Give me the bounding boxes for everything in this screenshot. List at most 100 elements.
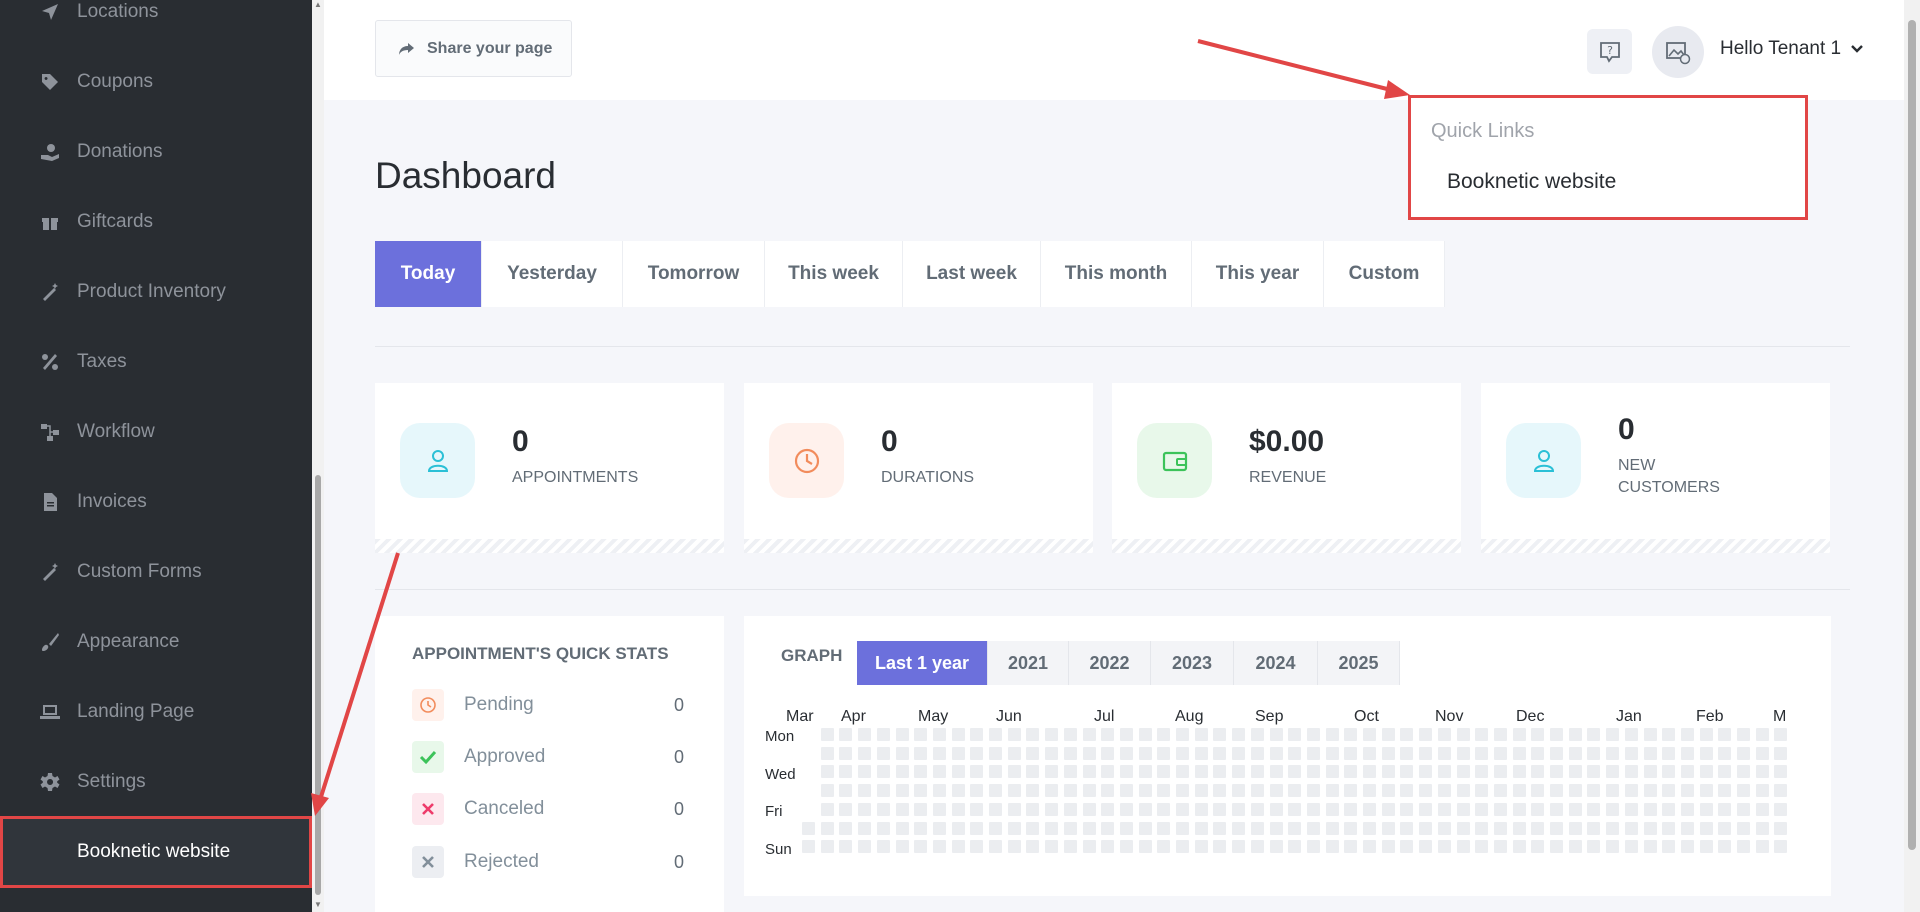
heatmap-cell <box>1755 802 1769 816</box>
tab-this-year[interactable]: This year <box>1192 241 1324 307</box>
heatmap-cell <box>932 840 946 854</box>
tab-custom[interactable]: Custom <box>1324 241 1445 307</box>
heatmap-cell <box>1232 784 1246 798</box>
sidebar-item-appearance[interactable]: Appearance <box>0 607 312 677</box>
tab-2022[interactable]: 2022 <box>1069 641 1151 685</box>
share-page-button[interactable]: Share your page <box>375 20 572 77</box>
sidebar-item-workflow[interactable]: Workflow <box>0 397 312 467</box>
heatmap-cell <box>1643 784 1657 798</box>
sidebar-item-donations[interactable]: Donations <box>0 117 312 187</box>
tab-2021[interactable]: 2021 <box>988 641 1069 685</box>
stat-card-appointments: 0 APPOINTMENTS <box>375 383 724 553</box>
heatmap-cell <box>1381 840 1395 854</box>
sidebar-item-coupons[interactable]: Coupons <box>0 47 312 117</box>
tab-2025[interactable]: 2025 <box>1318 641 1400 685</box>
help-button[interactable]: ? <box>1587 29 1632 74</box>
heatmap-cell <box>1269 746 1283 760</box>
brush-icon <box>40 632 60 652</box>
share-arrow-icon <box>399 42 414 55</box>
month-label: Jun <box>996 708 1022 725</box>
sidebar-item-giftcards[interactable]: Giftcards <box>0 187 312 257</box>
stat-value: 0 <box>512 425 529 458</box>
sidebar-item-landing-page[interactable]: Landing Page <box>0 677 312 747</box>
month-label: M <box>1773 708 1787 725</box>
heatmap-cell <box>1419 840 1433 854</box>
heatmap-cell <box>1157 765 1171 779</box>
sidebar: Locations Coupons Donations Giftcards Pr… <box>0 0 312 912</box>
sidebar-item-settings[interactable]: Settings <box>0 747 312 817</box>
sidebar-item-custom-forms[interactable]: Custom Forms <box>0 537 312 607</box>
sidebar-item-label: Giftcards <box>77 211 154 232</box>
heatmap-cell <box>895 840 909 854</box>
heatmap-cell <box>1381 802 1395 816</box>
tab-this-week[interactable]: This week <box>765 241 903 307</box>
sidebar-item-product-inventory[interactable]: Product Inventory <box>0 257 312 327</box>
heatmap-cell <box>820 765 834 779</box>
heatmap-cell <box>1755 840 1769 854</box>
quick-link-booknetic-website[interactable]: Booknetic website <box>1447 170 1616 194</box>
heatmap-cell <box>1456 802 1470 816</box>
day-label: Fri <box>765 803 783 820</box>
heatmap-cell <box>1718 840 1732 854</box>
tab-yesterday[interactable]: Yesterday <box>482 241 623 307</box>
heatmap-cell <box>1624 765 1638 779</box>
sidebar-item-invoices[interactable]: Invoices <box>0 467 312 537</box>
avatar[interactable] <box>1652 26 1704 78</box>
heatmap-cell <box>1176 746 1189 760</box>
sidebar-scrollbar[interactable]: ▲ ▼ <box>312 0 324 912</box>
sidebar-item-booknetic-website[interactable]: Booknetic website <box>0 816 312 888</box>
heatmap-cell <box>876 784 890 798</box>
sidebar-item-taxes[interactable]: Taxes <box>0 327 312 397</box>
heatmap-cell <box>1325 784 1339 798</box>
wallet-icon <box>1137 423 1212 498</box>
heatmap-cell <box>1363 784 1376 798</box>
heatmap-cell <box>1213 840 1227 854</box>
heatmap-cell <box>1493 728 1507 741</box>
heatmap-cell <box>1550 728 1563 741</box>
heatmap-cell <box>1493 784 1507 798</box>
heatmap-cell <box>1063 784 1077 798</box>
heatmap-cell <box>932 802 946 816</box>
tab-last-1-year[interactable]: Last 1 year <box>857 641 988 685</box>
heatmap-cell <box>1400 821 1414 835</box>
heatmap-cell <box>895 765 909 779</box>
month-label: Apr <box>841 708 866 725</box>
sidebar-item-locations[interactable]: Locations <box>0 0 312 47</box>
scroll-down-arrow-icon[interactable]: ▼ <box>314 900 322 909</box>
heatmap-cell <box>1568 821 1582 835</box>
date-range-tabs: Today Yesterday Tomorrow This week Last … <box>375 241 1445 307</box>
tab-2023[interactable]: 2023 <box>1151 641 1234 685</box>
hand-holding-icon <box>40 142 60 162</box>
heatmap-cell <box>1194 728 1208 741</box>
tab-today[interactable]: Today <box>375 241 482 307</box>
heatmap-cell <box>1755 784 1769 798</box>
heatmap-cell <box>895 728 909 741</box>
heatmap-cell <box>1475 784 1489 798</box>
heatmap-cell <box>1157 746 1171 760</box>
sidebar-item-label: Landing Page <box>77 701 195 722</box>
heatmap-cell <box>1269 765 1283 779</box>
greeting-text: Hello Tenant 1 <box>1720 38 1842 59</box>
scroll-up-arrow-icon[interactable]: ▲ <box>314 0 322 9</box>
tab-tomorrow[interactable]: Tomorrow <box>623 241 765 307</box>
tab-this-month[interactable]: This month <box>1041 241 1192 307</box>
heatmap-cell <box>970 765 984 779</box>
heatmap-cell <box>858 802 872 816</box>
tab-2024[interactable]: 2024 <box>1234 641 1318 685</box>
heatmap-cell <box>1213 765 1227 779</box>
heatmap-cell <box>989 821 1002 835</box>
heatmap-cell <box>1643 840 1657 854</box>
user-menu-toggle[interactable]: Hello Tenant 1 <box>1720 38 1863 60</box>
heatmap-cell <box>820 746 834 760</box>
heatmap-cell <box>1512 784 1526 798</box>
sidebar-scroll-thumb[interactable] <box>315 475 321 895</box>
heatmap-cell <box>1606 784 1620 798</box>
tab-last-week[interactable]: Last week <box>903 241 1041 307</box>
page-scrollbar[interactable] <box>1904 0 1920 912</box>
heatmap-cell <box>1101 728 1115 741</box>
stat-label: REVENUE <box>1249 469 1327 486</box>
heatmap-cell <box>932 728 946 741</box>
heatmap-cell <box>1063 802 1077 816</box>
page-scroll-thumb[interactable] <box>1908 20 1916 850</box>
quick-stats-title: APPOINTMENT'S QUICK STATS <box>412 644 669 663</box>
